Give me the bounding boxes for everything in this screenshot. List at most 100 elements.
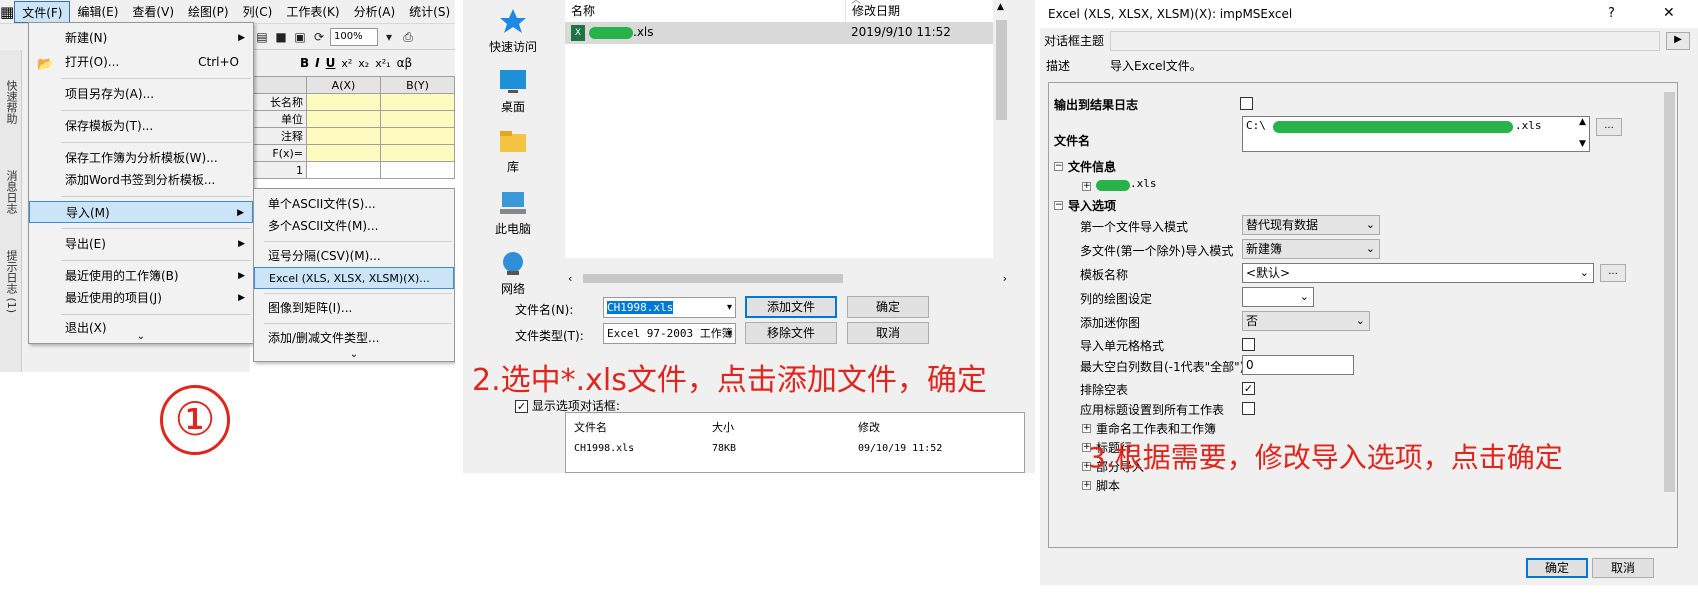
file-row-selected[interactable]: X .xls 2019/9/10 11:52 <box>565 22 1010 44</box>
help-icon[interactable]: ? <box>1608 6 1615 21</box>
table-cell[interactable]: 78KB <box>712 443 736 454</box>
row-header-longname[interactable]: 长名称 <box>250 93 307 111</box>
nav-this-pc[interactable]: 此电脑 <box>463 190 563 237</box>
grid-icon[interactable]: ▦ <box>0 1 14 23</box>
menu-item-single-ascii[interactable]: 单个ASCII文件(S)... <box>254 193 454 215</box>
cell[interactable] <box>306 127 381 145</box>
row-header-1[interactable]: 1 <box>250 161 307 179</box>
cell[interactable] <box>380 110 455 128</box>
template-combo[interactable]: <默认> ⌄ <box>1242 263 1594 283</box>
row-header-units[interactable]: 单位 <box>250 110 307 128</box>
expand-chevron-icon[interactable]: ⌄ <box>29 331 253 342</box>
table-cell[interactable]: 09/10/19 11:52 <box>858 443 942 454</box>
expand-icon[interactable]: + <box>1082 182 1091 191</box>
vertical-scrollbar[interactable] <box>1662 84 1677 546</box>
expand-chevron-icon[interactable]: ⌄ <box>254 349 454 360</box>
exclude-empty-checkbox[interactable]: ✓ <box>1242 382 1255 395</box>
close-icon[interactable]: ✕ <box>1663 5 1675 21</box>
rename-section[interactable]: 重命名工作表和工作簿 <box>1096 420 1216 437</box>
column-header-name[interactable]: 名称 <box>565 0 595 22</box>
scroll-thumb[interactable] <box>996 20 1007 120</box>
remove-file-button[interactable]: 移除文件 <box>745 322 837 344</box>
hint-log-tab[interactable]: 提示日志 (1) <box>3 250 19 313</box>
open-template-icon[interactable]: ▤ <box>254 29 270 45</box>
script-section[interactable]: 脚本 <box>1096 477 1120 494</box>
save-template-icon[interactable]: ▣ <box>292 29 308 45</box>
cancel-button[interactable]: 取消 <box>1592 558 1654 578</box>
column-header-size[interactable]: 大小 <box>712 419 734 435</box>
scroll-down-icon[interactable]: ▼ <box>1579 139 1586 149</box>
cell[interactable] <box>306 144 381 162</box>
menu-item-add-remove-types[interactable]: 添加/删减文件类型... <box>254 327 454 349</box>
menu-item-open[interactable]: 📂 打开(O)... Ctrl+O <box>29 51 253 73</box>
scroll-right-icon[interactable]: › <box>1003 272 1007 285</box>
superscript-button[interactable]: x² <box>341 57 352 70</box>
bold-button[interactable]: B <box>300 56 309 70</box>
expand-icon[interactable]: + <box>1082 424 1091 433</box>
theme-combo[interactable] <box>1110 31 1660 51</box>
underline-button[interactable]: U <box>326 56 336 70</box>
cell[interactable] <box>380 144 455 162</box>
cell-format-checkbox[interactable] <box>1242 338 1255 351</box>
filename-combo[interactable]: CH1998.xls ▾ <box>603 297 736 318</box>
apply-header-checkbox[interactable] <box>1242 402 1255 415</box>
menu-item-import[interactable]: 导入(M) ▶ <box>29 201 253 223</box>
row-header-comments[interactable]: 注释 <box>250 127 307 145</box>
filetype-combo[interactable]: Excel 97-2003 工作簿 ▾ <box>603 323 736 344</box>
message-log-tab[interactable]: 消息日志 <box>3 170 19 214</box>
show-options-checkbox[interactable]: ✓ <box>515 400 528 413</box>
menu-edit[interactable]: 编辑(E) <box>70 1 125 23</box>
menu-item-export[interactable]: 导出(E) ▶ <box>29 233 253 255</box>
menu-item-recent-workbooks[interactable]: 最近使用的工作簿(B) ▶ <box>29 265 253 287</box>
filename-textbox[interactable]: C:\ .xls ▲ ▼ <box>1242 116 1590 152</box>
menu-item-word-bookmark[interactable]: 添加Word书签到分析模板... <box>29 169 253 191</box>
nav-network[interactable]: 网络 <box>463 250 563 297</box>
recalculate-icon[interactable]: ⟳ <box>311 29 327 45</box>
nav-desktop[interactable]: 桌面 <box>463 68 563 115</box>
menu-view[interactable]: 查看(V) <box>125 1 181 23</box>
cell[interactable] <box>306 161 381 179</box>
menu-analysis[interactable]: 分析(A) <box>347 1 403 23</box>
column-header-filename[interactable]: 文件名 <box>574 419 607 435</box>
menu-item-recent-projects[interactable]: 最近使用的项目(J) ▶ <box>29 287 253 309</box>
menu-item-csv[interactable]: 逗号分隔(CSV)(M)... <box>254 245 454 267</box>
browse-file-button[interactable]: ... <box>1596 118 1622 136</box>
multi-mode-select[interactable]: 新建簿 ⌄ <box>1242 239 1380 259</box>
scroll-left-icon[interactable]: ‹ <box>568 272 572 285</box>
output-log-checkbox[interactable] <box>1240 97 1253 110</box>
scroll-thumb[interactable] <box>1664 92 1675 492</box>
nav-quick-access[interactable]: 快速访问 <box>463 8 563 55</box>
horizontal-scrollbar[interactable]: ‹ › <box>565 270 1010 287</box>
theme-arrow-button[interactable]: ▶ <box>1666 32 1690 50</box>
menu-item-save-analysis-template[interactable]: 保存工作簿为分析模板(W)... <box>29 147 253 169</box>
vertical-scrollbar[interactable]: ▲ <box>993 0 1010 258</box>
menu-item-multiple-ascii[interactable]: 多个ASCII文件(M)... <box>254 215 454 237</box>
cell[interactable] <box>380 93 455 111</box>
ok-button[interactable]: 确定 <box>1526 558 1588 578</box>
menu-column[interactable]: 列(C) <box>236 1 280 23</box>
quick-help-tab[interactable]: 快速帮助 <box>3 80 19 124</box>
greek-button[interactable]: αβ <box>397 56 413 70</box>
menu-worksheet[interactable]: 工作表(K) <box>279 1 346 23</box>
cell[interactable] <box>306 110 381 128</box>
italic-button[interactable]: I <box>315 56 319 70</box>
collapse-icon[interactable]: − <box>1054 201 1063 210</box>
scroll-thumb[interactable] <box>583 274 843 283</box>
menu-item-new[interactable]: 新建(N) ▶ <box>29 27 253 49</box>
template-browse-button[interactable]: ... <box>1600 264 1626 282</box>
zoom-combo[interactable]: 100% <box>330 27 378 46</box>
supersub-button[interactable]: x²₁ <box>375 57 390 70</box>
collapse-icon[interactable]: − <box>1054 162 1063 171</box>
column-header-modified[interactable]: 修改日期 <box>845 0 900 22</box>
menu-file[interactable]: 文件(F) <box>14 0 71 23</box>
menu-item-save-template[interactable]: 保存模板为(T)... <box>29 115 253 137</box>
menu-statistics[interactable]: 统计(S) <box>402 1 455 23</box>
row-header-fx[interactable]: F(x)= <box>250 144 307 162</box>
sparkline-select[interactable]: 否 ⌄ <box>1242 311 1370 331</box>
add-file-button[interactable]: 添加文件 <box>745 296 837 318</box>
cell[interactable] <box>380 161 455 179</box>
max-blank-input[interactable]: 0 <box>1242 355 1354 375</box>
nav-library[interactable]: 库 <box>463 128 563 175</box>
menu-item-image-to-matrix[interactable]: 图像到矩阵(I)... <box>254 297 454 319</box>
menu-item-excel[interactable]: Excel (XLS, XLSX, XLSM)(X)... <box>254 267 454 289</box>
